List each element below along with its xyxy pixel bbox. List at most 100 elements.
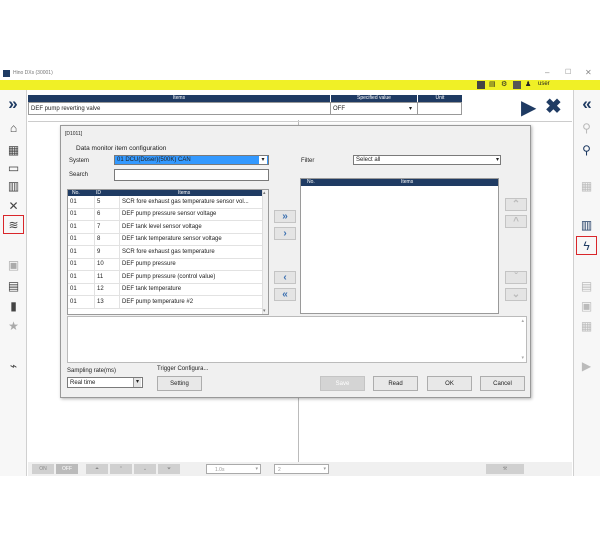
table-row[interactable]: 01 12 DEF tank temperature: [68, 283, 263, 296]
off-button[interactable]: OFF: [56, 464, 78, 474]
list-header: No. Items: [301, 179, 498, 186]
chevron-down-icon: ▾: [255, 466, 258, 472]
table-icon[interactable]: ▦: [576, 316, 597, 335]
interval-select[interactable]: 1.0s ▾: [206, 464, 261, 474]
calendar-icon[interactable]: ▦: [576, 176, 597, 195]
play-side-icon[interactable]: ▶: [576, 356, 597, 375]
search-up-icon[interactable]: ⚲: [576, 140, 597, 159]
scroll-up-icon[interactable]: ▴: [263, 190, 266, 196]
scroll-up-icon[interactable]: ▴: [521, 318, 524, 324]
scroll-down-icon[interactable]: ▾: [263, 308, 266, 314]
expand-left-icon[interactable]: »: [2, 93, 24, 115]
table-row[interactable]: 01 8 DEF tank temperature sensor voltage: [68, 233, 263, 246]
user-icon: ♟: [525, 81, 532, 88]
chevron-down-icon: ▾: [259, 156, 267, 164]
print-icon[interactable]: ▤: [489, 81, 497, 89]
row-value: OFF: [333, 106, 345, 112]
items-table: 01 5 SCR fore exhaust gas temperature sens…: [68, 196, 263, 309]
app-icon: [3, 70, 10, 77]
can-icon[interactable]: ▥: [3, 176, 24, 195]
wrench-button[interactable]: ⚒: [486, 464, 524, 474]
active-test-row[interactable]: DEF pump reverting valve OFF ▾: [28, 102, 462, 115]
connect-icon[interactable]: ⌁: [3, 356, 24, 375]
chevron-down-icon: ▾: [323, 466, 326, 472]
selected-items-list[interactable]: No. Items: [300, 178, 499, 314]
move-bottom-button[interactable]: ⌄: [505, 288, 527, 301]
save-button[interactable]: Save: [320, 376, 365, 391]
report-icon[interactable]: ▤: [3, 276, 24, 295]
window-title: Hino DXs (30001): [13, 70, 53, 76]
vehicle-info-icon[interactable]: ▦: [3, 140, 24, 159]
sampling-select[interactable]: Real time ▾: [67, 377, 143, 388]
count-select[interactable]: 2 ▾: [274, 464, 329, 474]
chevron-down-icon: ▾: [495, 157, 499, 163]
search-input[interactable]: [114, 169, 269, 181]
play-icon[interactable]: ▶: [521, 95, 536, 120]
system-select[interactable]: 01 DCU(Doser)(500K) CAN ▾: [114, 155, 269, 165]
remove-button[interactable]: ‹: [274, 271, 296, 284]
maximize-button[interactable]: ☐: [565, 68, 571, 76]
col-specified-header: Specified value: [330, 95, 417, 102]
scroll-down-icon[interactable]: ⌄: [134, 464, 156, 474]
scroll-bottom-icon[interactable]: ⏷: [158, 464, 180, 474]
ok-button[interactable]: OK: [427, 376, 472, 391]
available-items-list[interactable]: No. ID Items 01 5 SCR fore exhaust gas tem…: [67, 189, 269, 315]
resize-icon[interactable]: ▣: [576, 296, 597, 315]
filter-label: Filter: [301, 158, 315, 164]
add-button[interactable]: ›: [274, 227, 296, 240]
status-strip: ▤ ⚙ ♟ user: [0, 80, 600, 90]
search-label: Search: [69, 172, 89, 178]
tools-cross-icon[interactable]: ✕: [3, 196, 24, 215]
col-items-header: Items: [28, 95, 330, 102]
lock-icon[interactable]: ▮: [3, 296, 24, 315]
read-button[interactable]: Read: [373, 376, 418, 391]
lightning-icon[interactable]: ϟ: [576, 236, 597, 255]
move-up-button[interactable]: ^: [505, 215, 527, 228]
tools-icon[interactable]: [513, 81, 521, 89]
expand-right-icon[interactable]: «: [576, 93, 598, 115]
dtc-icon[interactable]: ▭: [3, 158, 24, 177]
table-row[interactable]: 01 13 DEF pump temperature #2: [68, 295, 263, 309]
dialog-title: Data monitor item configuration: [76, 145, 167, 152]
description-area: ▴ ▾: [67, 316, 527, 363]
filter-select[interactable]: Select all ▾: [353, 155, 501, 165]
home-icon[interactable]: ⌂: [3, 118, 24, 137]
work-support-icon[interactable]: ▣: [3, 255, 24, 274]
grid-icon[interactable]: [477, 81, 485, 89]
cancel-button[interactable]: Cancel: [480, 376, 525, 391]
table-row[interactable]: 01 6 DEF pump pressure sensor voltage: [68, 208, 263, 221]
setting-button[interactable]: Setting: [157, 376, 202, 391]
graph-icon[interactable]: ▥: [576, 215, 597, 234]
trigger-label: Trigger Configura...: [157, 366, 209, 372]
table-row[interactable]: 01 11 DEF pump pressure (control value): [68, 270, 263, 284]
scroll-up-icon[interactable]: ⌃: [110, 464, 132, 474]
table-row[interactable]: 01 5 SCR fore exhaust gas temperature sens…: [68, 196, 263, 209]
move-top-button[interactable]: ⌃: [505, 198, 527, 211]
table-row[interactable]: 01 7 DEF tank level sensor voltage: [68, 220, 263, 234]
stop-icon[interactable]: ✖: [545, 94, 562, 119]
close-window-button[interactable]: ✕: [585, 68, 592, 77]
on-button[interactable]: ON: [32, 464, 54, 474]
layout-icon[interactable]: ▤: [576, 276, 597, 295]
header-divider: [28, 121, 572, 122]
remove-all-button[interactable]: «: [274, 288, 296, 301]
table-row[interactable]: 01 10 DEF pump pressure: [68, 258, 263, 271]
col-unit-header: Unit: [417, 95, 462, 102]
data-monitor-config-dialog: [D1011] Data monitor item configuration …: [60, 125, 531, 398]
scroll-down-icon[interactable]: ▾: [521, 355, 524, 361]
user-name: user: [538, 81, 550, 87]
data-monitor-icon[interactable]: ≋: [3, 215, 24, 234]
minimize-button[interactable]: –: [545, 68, 549, 77]
dialog-code: [D1011]: [65, 131, 83, 137]
value-dropdown-icon[interactable]: ▾: [409, 105, 412, 112]
bottom-toolbar: ON OFF ⏶ ⌃ ⌄ ⏷ 1.0s ▾ 2 ▾ ⚒: [28, 462, 572, 476]
list-scrollbar[interactable]: ▴ ▾: [262, 190, 268, 314]
add-all-button[interactable]: »: [274, 210, 296, 223]
gear-icon[interactable]: ⚙: [501, 81, 509, 89]
scroll-top-icon[interactable]: ⏶: [86, 464, 108, 474]
star-icon[interactable]: ★: [3, 316, 24, 335]
sampling-label: Sampling rate(ms): [67, 368, 117, 374]
move-down-button[interactable]: ˇ: [505, 271, 527, 284]
pin-icon[interactable]: ⚲: [576, 118, 597, 137]
table-row[interactable]: 01 9 SCR fore exhaust gas temperature: [68, 245, 263, 259]
